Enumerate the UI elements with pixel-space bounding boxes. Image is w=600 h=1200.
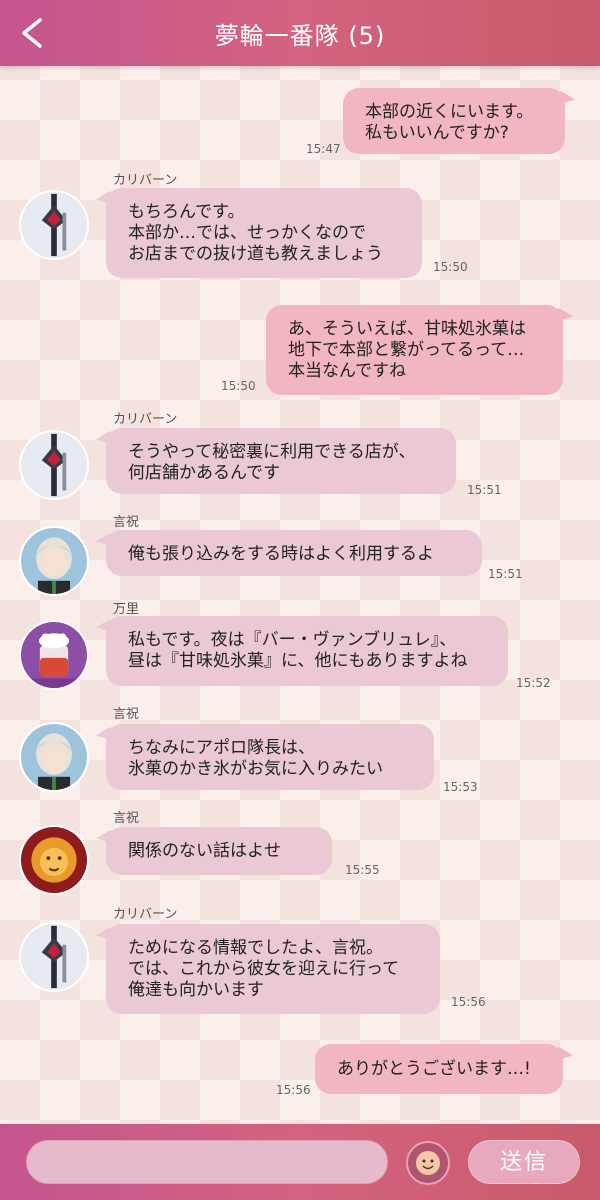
sender-name: 万里 [113, 602, 140, 617]
message-time: 15:53 [443, 780, 478, 794]
sender-name: カリバーン [113, 412, 178, 427]
emoji-button[interactable] [406, 1141, 450, 1185]
message-time: 15:50 [433, 260, 468, 274]
message-time: 15:56 [451, 995, 486, 1009]
message-bubble: 私もです。夜は『バー・ヴァンブリュレ』、 昼は『甘味処氷菓』に、他にもありますよ… [106, 616, 508, 686]
caliburn-sword-icon [21, 432, 87, 498]
chevron-left-icon [22, 18, 42, 48]
message-time: 15:55 [345, 863, 380, 877]
message-time: 15:52 [516, 676, 551, 690]
message-time: 15:56 [276, 1083, 311, 1097]
sender-name: カリバーン [113, 173, 178, 188]
caliburn-sword-icon [21, 924, 87, 990]
message-time: 15:51 [467, 483, 502, 497]
message-bubble: あ、そういえば、甘味処氷菓は 地下で本部と繋がってるって… 本当なんですね [266, 305, 563, 395]
banri-avatar[interactable] [19, 620, 89, 690]
chat-input-bar: 送信 [0, 1124, 600, 1200]
sender-name: 言祝 [113, 515, 140, 530]
message-bubble: ためになる情報でしたよ、言祝。 では、これから彼女を迎えに行って 俺達も向かいま… [106, 924, 440, 1014]
message-time: 15:51 [488, 567, 523, 581]
message-bubble: ちなみにアポロ隊長は、 氷菓のかき氷がお気に入りみたい [106, 724, 434, 790]
smiley-icon [416, 1151, 440, 1175]
message-bubble: そうやって秘密裏に利用できる店が、 何店舗かあるんです [106, 428, 456, 494]
send-button[interactable]: 送信 [468, 1140, 580, 1184]
kotohogi-avatar[interactable] [19, 722, 89, 792]
message-bubble: ありがとうございます…! [315, 1044, 563, 1094]
message-bubble: 本部の近くにいます。 私もいいんですか? [343, 88, 565, 154]
chat-title: 夢輪一番隊 (5) [214, 21, 386, 50]
banri-dessert-icon [21, 622, 87, 688]
lion-avatar[interactable] [19, 825, 89, 895]
message-bubble: 関係のない話はよせ [106, 827, 332, 875]
caliburn-avatar[interactable] [19, 922, 89, 992]
sender-name: 言祝 [113, 811, 140, 826]
caliburn-sword-icon [21, 192, 87, 258]
chat-header: 夢輪一番隊 (5) [0, 0, 600, 66]
kotohogi-avatar[interactable] [19, 526, 89, 596]
sender-name: 言祝 [113, 707, 140, 722]
message-input[interactable] [26, 1140, 388, 1184]
message-time: 15:50 [221, 379, 256, 393]
message-bubble: 俺も張り込みをする時はよく利用するよ [106, 530, 482, 576]
back-button[interactable] [10, 8, 54, 58]
lion-icon [21, 827, 87, 893]
caliburn-avatar[interactable] [19, 190, 89, 260]
kotohogi-portrait [21, 528, 87, 594]
message-time: 15:47 [306, 142, 341, 156]
message-bubble: もちろんです。 本部か…では、せっかくなので お店までの抜け道も教えましょう [106, 188, 422, 278]
caliburn-avatar[interactable] [19, 430, 89, 500]
sender-name: カリバーン [113, 907, 178, 922]
kotohogi-portrait [21, 724, 87, 790]
